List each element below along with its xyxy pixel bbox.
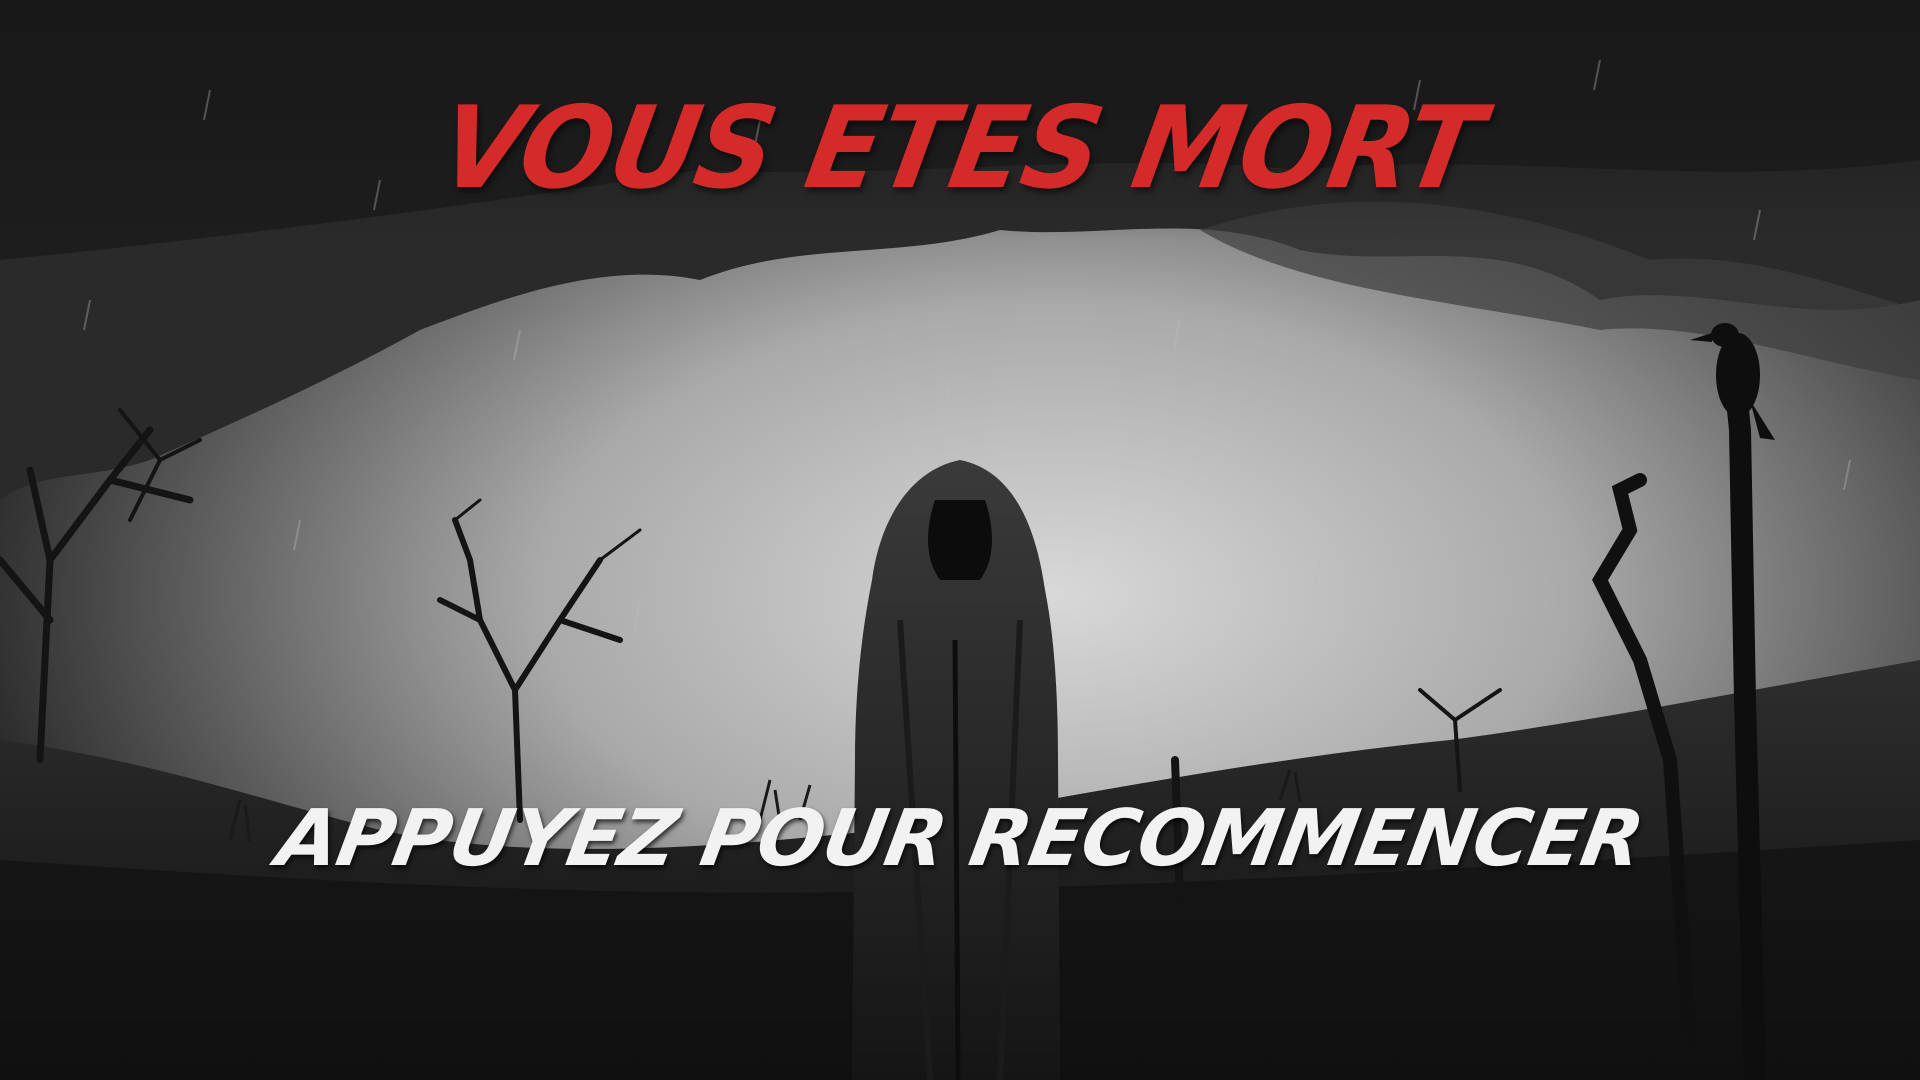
- hooded-reaper: [852, 460, 1060, 1080]
- death-title: VOUS ETES MORT: [430, 82, 1490, 215]
- game-over-screen[interactable]: VOUS ETES MORT APPUYEZ POUR RECOMMENCER: [0, 0, 1920, 1080]
- restart-prompt[interactable]: APPUYEZ POUR RECOMMENCER: [0, 794, 1920, 884]
